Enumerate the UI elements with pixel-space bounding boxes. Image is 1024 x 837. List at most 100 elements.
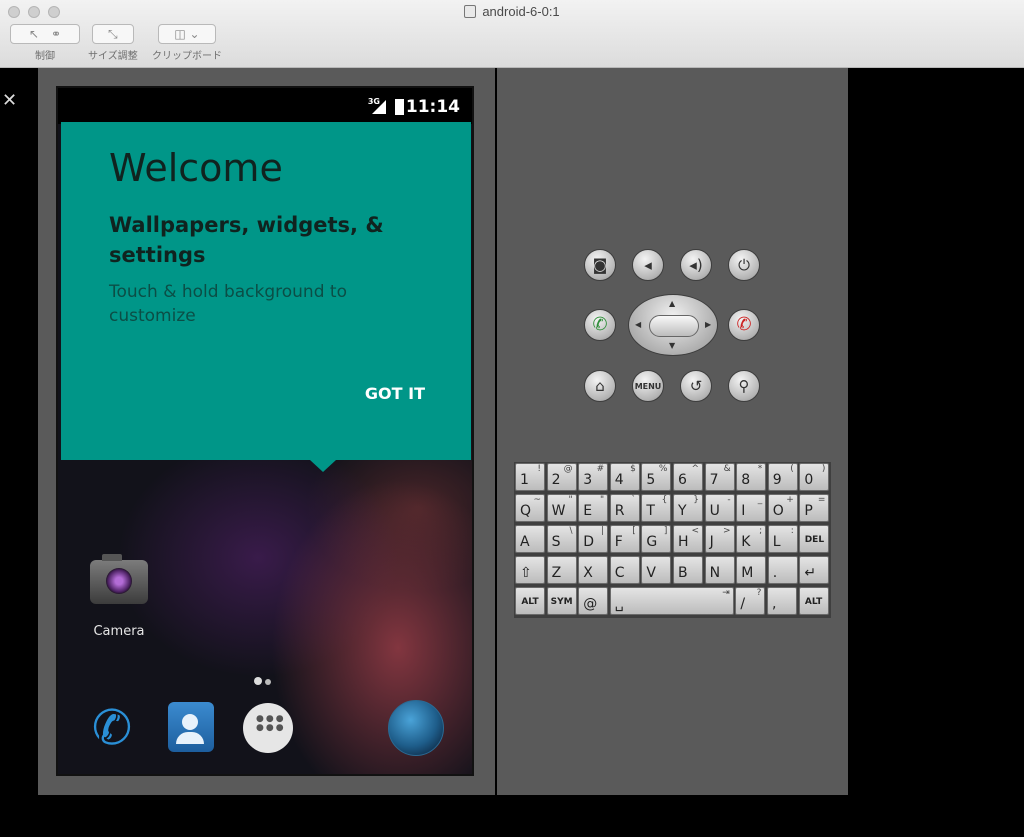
key-8[interactable]: 8 * bbox=[736, 463, 767, 491]
key-sym3-0[interactable]: ⇧ bbox=[515, 556, 545, 584]
key-alt[interactable]: ALT bbox=[798, 587, 829, 615]
key-label: ⇧ bbox=[520, 565, 532, 581]
key-g[interactable]: G] bbox=[641, 525, 672, 553]
key-alt-label: ⇥ bbox=[722, 588, 730, 598]
key-sym4-2[interactable]: @ bbox=[578, 587, 609, 615]
resize-button[interactable]: ⤡ bbox=[91, 24, 134, 44]
key-sym3-8[interactable]: . bbox=[767, 556, 798, 584]
key-n[interactable]: N bbox=[704, 556, 735, 584]
key-1[interactable]: 1! bbox=[515, 463, 545, 491]
key-sym[interactable]: SYM bbox=[546, 587, 577, 615]
phone-icon[interactable]: ✆ bbox=[84, 700, 140, 756]
key-t[interactable]: T{ bbox=[641, 494, 672, 522]
key-a[interactable]: A bbox=[515, 525, 545, 553]
key-h[interactable]: H < bbox=[673, 525, 703, 553]
key-sym4-4[interactable]: /? bbox=[735, 587, 766, 615]
key-e[interactable]: E " bbox=[578, 494, 609, 522]
key-r[interactable]: R ` bbox=[609, 494, 640, 522]
key-label: E bbox=[583, 503, 593, 519]
key-label: 6 bbox=[678, 472, 687, 488]
contacts-icon[interactable] bbox=[166, 700, 222, 756]
camera-app-shortcut[interactable]: Camera bbox=[84, 554, 154, 639]
hardware-keyboard: 1! 2 @3 #4 $5% 6 ^ 7 & 8 * 9(0) Q ~ W " E " R ` T{Y} U - I _ O + P =… bbox=[514, 462, 831, 618]
dpad-left-icon[interactable]: ◀ bbox=[635, 320, 641, 329]
volume-down-icon[interactable]: ◂ bbox=[632, 249, 664, 281]
key-label: / bbox=[740, 596, 746, 612]
key-v[interactable]: V bbox=[641, 556, 672, 584]
shrink-arrows-icon: ⤡ bbox=[108, 27, 118, 41]
key-label: ALT bbox=[804, 597, 823, 607]
key-l[interactable]: L: bbox=[767, 525, 798, 553]
clipboard-label: クリップボード bbox=[152, 51, 222, 62]
call-icon[interactable]: ✆ bbox=[584, 309, 616, 341]
key-label: M bbox=[741, 565, 754, 581]
key-0[interactable]: 0) bbox=[799, 463, 830, 491]
power-icon[interactable]: ⏻ bbox=[728, 249, 760, 281]
key-k[interactable]: K; bbox=[736, 525, 767, 553]
key-j[interactable]: J > bbox=[704, 525, 735, 553]
key-c[interactable]: C bbox=[609, 556, 640, 584]
key-6[interactable]: 6 ^ bbox=[673, 463, 703, 491]
key-alt-label: [ bbox=[632, 526, 636, 536]
key-alt-label: | bbox=[601, 526, 605, 536]
clipboard-group: ◫ ⌄ クリップボード bbox=[152, 24, 222, 62]
key-7[interactable]: 7 & bbox=[704, 463, 735, 491]
key-p[interactable]: P = bbox=[799, 494, 830, 522]
key-o[interactable]: O + bbox=[767, 494, 798, 522]
key-label: L bbox=[772, 534, 781, 550]
control-button[interactable]: ↖ ⚭ bbox=[10, 24, 80, 44]
key-x[interactable]: X bbox=[578, 556, 609, 584]
key-3[interactable]: 3 # bbox=[578, 463, 609, 491]
got-it-button[interactable]: GOT IT bbox=[365, 384, 425, 403]
dpad-down-icon[interactable]: ▼ bbox=[669, 341, 675, 350]
camera-icon[interactable]: ◙ bbox=[584, 249, 616, 281]
key-b[interactable]: B bbox=[673, 556, 703, 584]
key-m[interactable]: M bbox=[736, 556, 767, 584]
key-del[interactable]: DEL bbox=[799, 525, 830, 553]
phone-screen[interactable]: 3G 11:14 Welcome Wallpapers, widgets, & … bbox=[56, 86, 474, 776]
key-q[interactable]: Q ~ bbox=[515, 494, 545, 522]
key-label: N bbox=[709, 565, 721, 581]
welcome-subtitle: Wallpapers, widgets, & settings bbox=[109, 213, 384, 267]
key-sym4-5[interactable]: , bbox=[767, 587, 797, 615]
dpad-up-icon[interactable]: ▲ bbox=[669, 299, 675, 308]
key-sym3-9[interactable]: ↵ bbox=[799, 556, 830, 584]
key-alt-label: ` bbox=[631, 495, 636, 505]
close-icon[interactable]: ✕ bbox=[2, 92, 17, 110]
clipboard-button[interactable]: ◫ ⌄ bbox=[158, 24, 216, 44]
volume-up-icon[interactable]: ◂) bbox=[680, 249, 712, 281]
browser-icon[interactable] bbox=[388, 700, 444, 756]
key-d[interactable]: D | bbox=[578, 525, 609, 553]
key-s[interactable]: S \ bbox=[546, 525, 577, 553]
key-alt-label: @ bbox=[563, 464, 573, 474]
apps-icon[interactable]: ●●● ●●● bbox=[242, 700, 298, 756]
key-2[interactable]: 2 @ bbox=[546, 463, 577, 491]
key-f[interactable]: F[ bbox=[609, 525, 640, 553]
key-alt-label: : bbox=[790, 526, 794, 536]
key-label: 8 bbox=[741, 472, 751, 488]
key-z[interactable]: Z bbox=[546, 556, 577, 584]
welcome-title: Welcome bbox=[109, 146, 283, 190]
key-y[interactable]: Y} bbox=[673, 494, 703, 522]
key-sym4-3[interactable]: ␣ ⇥ bbox=[609, 587, 734, 615]
key-5[interactable]: 5% bbox=[641, 463, 672, 491]
key-u[interactable]: U- bbox=[704, 494, 735, 522]
key-label: 3 bbox=[583, 472, 593, 488]
menu-button[interactable]: MENU bbox=[632, 370, 664, 402]
dpad-center-button[interactable] bbox=[649, 315, 699, 337]
dpad-right-icon[interactable]: ▶ bbox=[705, 320, 711, 329]
key-alt[interactable]: ALT bbox=[515, 587, 545, 615]
key-label: ALT bbox=[521, 597, 539, 607]
key-i[interactable]: I _ bbox=[736, 494, 767, 522]
hangup-icon[interactable]: ✆ bbox=[728, 309, 760, 341]
dpad[interactable]: ▲ ▼ ◀ ▶ bbox=[628, 294, 718, 356]
key-alt-label: { bbox=[661, 495, 668, 505]
back-icon[interactable]: ↺ bbox=[680, 370, 712, 402]
key-label: K bbox=[741, 534, 751, 550]
search-icon[interactable]: ⚲ bbox=[728, 370, 760, 402]
home-icon[interactable]: ⌂ bbox=[584, 370, 616, 402]
key-w[interactable]: W " bbox=[546, 494, 577, 522]
key-4[interactable]: 4 $ bbox=[609, 463, 640, 491]
key-9[interactable]: 9( bbox=[767, 463, 798, 491]
page-dot bbox=[265, 679, 271, 685]
